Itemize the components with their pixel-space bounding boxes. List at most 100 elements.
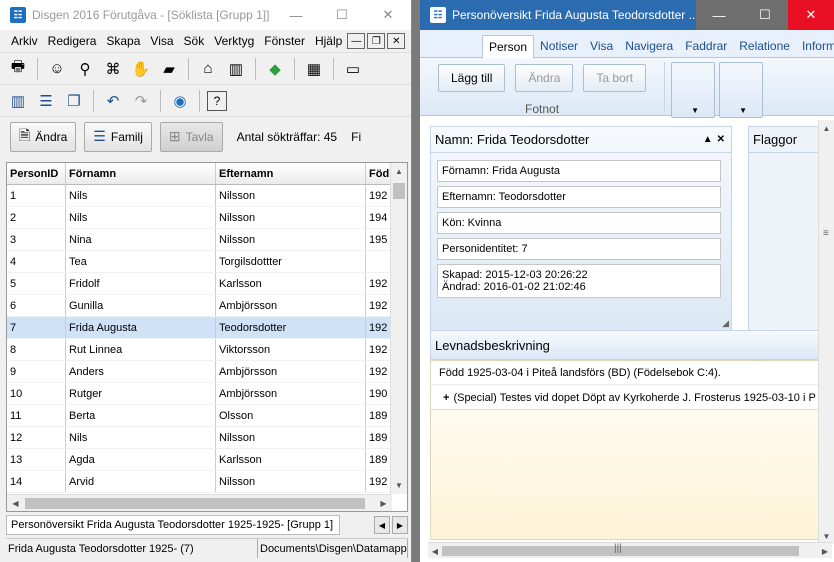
scroll-right-icon[interactable]: ▶ <box>818 543 832 559</box>
table-row[interactable]: 8 Rut Linnea Viktorsson 192 <box>7 339 407 361</box>
table-row[interactable]: 7 Frida Augusta Teodorsdotter 192 <box>7 317 407 339</box>
tab-faddrar[interactable]: Faddrar <box>679 35 733 57</box>
remove-footnote-button[interactable]: Ta bort <box>583 64 647 92</box>
close-button[interactable]: ✕ <box>365 0 411 30</box>
column-header[interactable]: Föd <box>366 163 391 184</box>
undo-icon[interactable]: ↶ <box>101 89 125 113</box>
window-icon[interactable]: ▭ <box>341 57 365 81</box>
maximize-button[interactable]: ☐ <box>319 0 365 30</box>
globe-icon[interactable]: ◉ <box>168 89 192 113</box>
edit-footnote-button[interactable]: Ändra <box>515 64 574 92</box>
split-horizontal-icon[interactable]: ☰ <box>34 89 58 113</box>
scroll-down-icon[interactable]: ▼ <box>391 477 407 494</box>
mdi-restore-button[interactable]: ❐ <box>367 33 386 49</box>
add-footnote-button[interactable]: Lägg till <box>438 64 506 92</box>
scroll-grip-icon: ||| <box>614 543 622 554</box>
table-row[interactable]: 14 Arvid Nilsson 192 <box>7 471 407 493</box>
binoculars-icon[interactable]: ⌘ <box>101 57 125 81</box>
maximize-button[interactable]: ☐ <box>742 0 788 30</box>
menu-item-redigera[interactable]: Redigera <box>43 34 102 48</box>
tree-button[interactable]: ⊞ Tavla <box>159 121 223 152</box>
calendar-icon[interactable]: ▦ <box>302 57 326 81</box>
table-row[interactable]: 12 Nils Nilsson 189 <box>7 427 407 449</box>
next-window-icon[interactable]: ▶ <box>392 516 408 534</box>
right-titlebar[interactable]: ☷ Personöversikt Frida Augusta Teodorsdo… <box>420 0 834 30</box>
menu-item-verktyg[interactable]: Verktyg <box>209 34 259 48</box>
search-person-icon[interactable]: ⚲ <box>73 57 97 81</box>
table-row[interactable]: 4 Tea Torgilsdottter <box>7 251 407 273</box>
mdi-close-button[interactable]: ✕ <box>387 33 406 49</box>
minimize-button[interactable]: — <box>696 0 742 30</box>
footnote-group-label: Fotnot <box>525 102 560 116</box>
table-row[interactable]: 2 Nils Nilsson 194 <box>7 207 407 229</box>
help-icon[interactable]: ? <box>207 90 227 111</box>
menu-item-arkiv[interactable]: Arkiv <box>6 34 43 48</box>
scroll-grip-icon[interactable]: ≡ <box>823 228 829 239</box>
books-icon[interactable]: ▥ <box>224 57 248 81</box>
menu-item-hjälp[interactable]: Hjälp <box>310 34 347 48</box>
right-horizontal-scrollbar[interactable]: ◀ ||| ▶ <box>428 542 832 558</box>
left-titlebar[interactable]: ☷ Disgen 2016 Förutgåva - [Söklista [Gru… <box>0 0 411 30</box>
table-row[interactable]: 9 Anders Ambjörsson 192 <box>7 361 407 383</box>
table-row[interactable]: 13 Agda Karlsson 189 <box>7 449 407 471</box>
tab-relatione[interactable]: Relatione <box>733 35 796 57</box>
first-name-field[interactable]: Förnamn: Frida Augusta <box>437 160 721 182</box>
table-cell: 192 <box>366 361 391 382</box>
column-header[interactable]: Efternamn <box>216 163 366 184</box>
tab-navigera[interactable]: Navigera <box>619 35 679 57</box>
handshake-icon[interactable]: ✋ <box>129 57 153 81</box>
scroll-thumb[interactable] <box>393 183 405 199</box>
column-header[interactable]: Förnamn <box>66 163 216 184</box>
scroll-up-icon[interactable]: ▲ <box>391 163 407 180</box>
close-button[interactable]: ✕ <box>788 0 834 30</box>
redo-icon[interactable]: ↷ <box>129 89 153 113</box>
event-entry[interactable]: + (Special) Testes vid dopet Döpt av Kyr… <box>431 386 831 410</box>
scroll-up-icon[interactable]: ▲ <box>819 120 834 136</box>
person-id-field[interactable]: Personidentitet: 7 <box>437 238 721 260</box>
tab-informati[interactable]: Informati <box>796 35 834 57</box>
scroll-left-icon[interactable]: ◀ <box>7 495 24 511</box>
person-icon[interactable]: ☺ <box>45 57 69 81</box>
resize-grip-icon[interactable]: ◢ <box>722 318 729 329</box>
ribbon-dropdown-1[interactable]: ▼ <box>671 62 716 118</box>
map-icon[interactable]: ◆ <box>263 57 287 81</box>
scroll-thumb[interactable] <box>25 498 365 509</box>
home-icon[interactable]: ⌂ <box>196 57 220 81</box>
window-list-item[interactable]: Personöversikt Frida Augusta Teodorsdott… <box>6 515 340 535</box>
menu-item-visa[interactable]: Visa <box>145 34 178 48</box>
gender-field[interactable]: Kön: Kvinna <box>437 212 721 234</box>
table-row[interactable]: 11 Berta Olsson 189 <box>7 405 407 427</box>
scroll-right-icon[interactable]: ▶ <box>375 495 392 511</box>
mdi-minimize-button[interactable]: — <box>347 33 366 49</box>
table-row[interactable]: 5 Fridolf Karlsson 192 <box>7 273 407 295</box>
right-vertical-scrollbar[interactable]: ▲ ≡ ▼ <box>818 120 834 544</box>
edit-button[interactable]: 🗎 Ändra <box>10 121 77 152</box>
column-header[interactable]: PersonID <box>7 163 66 184</box>
menu-item-sök[interactable]: Sök <box>179 34 210 48</box>
table-row[interactable]: 6 Gunilla Ambjörsson 192 <box>7 295 407 317</box>
table-row[interactable]: 3 Nina Nilsson 195 <box>7 229 407 251</box>
table-row[interactable]: 10 Rutger Ambjörsson 190 <box>7 383 407 405</box>
birth-entry[interactable]: Född 1925-03-04 i Piteå landsförs (BD) (… <box>431 361 831 385</box>
cascade-icon[interactable]: ❐ <box>62 89 86 113</box>
tab-notiser[interactable]: Notiser <box>534 35 584 57</box>
menu-item-skapa[interactable]: Skapa <box>101 34 145 48</box>
scroll-left-icon[interactable]: ◀ <box>428 543 442 559</box>
previous-window-icon[interactable]: ◀ <box>374 516 390 534</box>
grid-horizontal-scrollbar[interactable]: ◀ ▶ <box>7 494 392 511</box>
expand-icon[interactable]: + <box>443 392 449 404</box>
family-button[interactable]: ☰ Familj <box>84 121 152 152</box>
collapse-icon[interactable]: ▲ <box>703 134 713 145</box>
menu-item-fönster[interactable]: Fönster <box>259 34 310 48</box>
split-vertical-icon[interactable]: ▥ <box>6 89 30 113</box>
last-name-field[interactable]: Efternamn: Teodorsdotter <box>437 186 721 208</box>
tab-person[interactable]: Person <box>482 35 535 58</box>
grid-vertical-scrollbar[interactable]: ▲ ▼ <box>390 163 407 494</box>
table-row[interactable]: 1 Nils Nilsson 192 <box>7 185 407 207</box>
ribbon-dropdown-2[interactable]: ▼ <box>719 62 764 118</box>
book-icon[interactable]: ▰ <box>157 57 181 81</box>
tab-visa[interactable]: Visa <box>584 35 619 57</box>
printer-icon[interactable]: 🖶 <box>6 57 30 81</box>
close-panel-icon[interactable]: ✕ <box>717 134 725 145</box>
minimize-button[interactable]: — <box>273 0 319 30</box>
